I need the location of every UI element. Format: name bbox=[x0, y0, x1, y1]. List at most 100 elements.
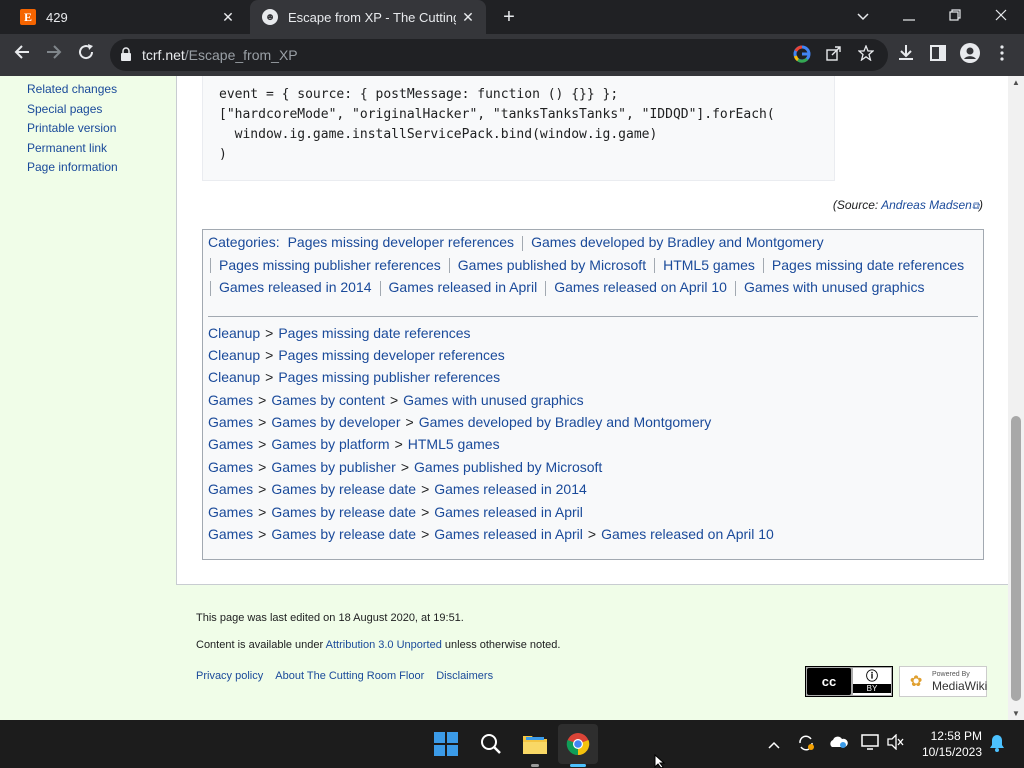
windows-taskbar: 12:58 PM 10/15/2023 bbox=[0, 720, 1024, 768]
about-link[interactable]: About The Cutting Room Floor bbox=[275, 670, 424, 682]
code-line: event = { source: { postMessage: functio… bbox=[219, 87, 619, 102]
lock-icon[interactable] bbox=[120, 47, 132, 61]
category-tree-link[interactable]: Games by release date bbox=[271, 504, 416, 520]
sidebar-link-permanent-link[interactable]: Permanent link bbox=[27, 140, 118, 160]
profile-avatar-icon[interactable] bbox=[958, 43, 982, 67]
close-tab-icon[interactable]: ✕ bbox=[456, 9, 480, 26]
browser-tab-escape-from-xp[interactable]: ☻ Escape from XP - The Cutting Ro ✕ bbox=[250, 0, 486, 34]
category-tree-link[interactable]: Games by release date bbox=[271, 481, 416, 497]
sidebar-link-page-information[interactable]: Page information bbox=[27, 159, 118, 179]
scroll-up-arrow-icon[interactable]: ▲ bbox=[1012, 78, 1020, 87]
license-suffix: unless otherwise noted. bbox=[441, 639, 561, 651]
category-tree-link[interactable]: Games by publisher bbox=[271, 459, 396, 475]
side-panel-icon[interactable] bbox=[926, 43, 950, 67]
address-bar[interactable]: tcrf.net/Escape_from_XP bbox=[110, 39, 888, 71]
tab-search-chevron-icon[interactable] bbox=[843, 4, 883, 28]
category-tree-link[interactable]: Pages missing developer references bbox=[278, 347, 504, 363]
category-tree-link[interactable]: Games bbox=[208, 481, 253, 497]
category-tree-link[interactable]: Games bbox=[208, 392, 253, 408]
category-tree-link[interactable]: Games bbox=[208, 504, 253, 520]
category-link[interactable]: Games developed by Bradley and Montgomer… bbox=[531, 234, 824, 250]
category-tree-link[interactable]: Games bbox=[208, 459, 253, 475]
category-tree-link[interactable]: Cleanup bbox=[208, 347, 260, 363]
license-link[interactable]: Attribution 3.0 Unported bbox=[326, 639, 442, 651]
windows-start-icon[interactable] bbox=[430, 728, 462, 760]
powered-by-mediawiki-badge[interactable]: ✿ Powered By MediaWiki bbox=[899, 666, 987, 697]
notification-bell-icon[interactable] bbox=[987, 734, 1007, 754]
category-tree-link[interactable]: Games released in April bbox=[434, 526, 583, 542]
clock-date: 10/15/2023 bbox=[921, 745, 982, 759]
source-author-link[interactable]: Andreas Madsen bbox=[881, 198, 972, 212]
category-link[interactable]: Pages missing publisher references bbox=[219, 257, 441, 273]
onedrive-icon[interactable] bbox=[828, 734, 848, 754]
category-tree-line: Cleanup > Pages missing developer referenc… bbox=[208, 347, 978, 369]
mediawiki-flower-icon: ✿ bbox=[909, 673, 923, 690]
privacy-policy-link[interactable]: Privacy policy bbox=[196, 670, 263, 682]
cc-by-license-badge[interactable]: cc ⓘ BY bbox=[805, 666, 893, 697]
category-link[interactable]: Pages missing date references bbox=[772, 257, 964, 273]
share-icon[interactable] bbox=[824, 45, 844, 65]
category-tree-link[interactable]: Games published by Microsoft bbox=[414, 459, 602, 475]
taskbar-clock[interactable]: 12:58 PM 10/15/2023 bbox=[912, 728, 982, 760]
category-tree-link[interactable]: Games released on April 10 bbox=[601, 526, 774, 542]
close-tab-icon[interactable]: ✕ bbox=[216, 9, 240, 26]
category-tree-link[interactable]: HTML5 games bbox=[408, 436, 500, 452]
browser-tab-429[interactable]: E 429 ✕ bbox=[8, 0, 246, 34]
category-tree-link[interactable]: Games bbox=[208, 436, 253, 452]
category-link[interactable]: Pages missing developer references bbox=[288, 234, 514, 250]
category-link[interactable]: Games released on April 10 bbox=[554, 279, 727, 295]
categories-label-link[interactable]: Categories: bbox=[208, 234, 280, 250]
category-link[interactable]: Games released in April bbox=[389, 279, 538, 295]
page-scrollbar[interactable]: ▲ ▼ bbox=[1008, 76, 1024, 720]
show-hidden-icons-chevron-icon[interactable] bbox=[764, 734, 784, 754]
category-tree-link[interactable]: Pages missing publisher references bbox=[278, 369, 500, 385]
reload-icon[interactable] bbox=[74, 43, 98, 67]
category-link[interactable]: Games published by Microsoft bbox=[458, 257, 646, 273]
file-explorer-icon[interactable] bbox=[519, 728, 551, 760]
category-link[interactable]: Games with unused graphics bbox=[744, 279, 925, 295]
category-tree-link[interactable]: Cleanup bbox=[208, 325, 260, 341]
category-tree-link[interactable]: Games by release date bbox=[271, 526, 416, 542]
volume-muted-icon[interactable] bbox=[886, 733, 906, 754]
google-lens-icon[interactable] bbox=[792, 45, 812, 65]
category-tree-line: Games > Games by platform > HTML5 games bbox=[208, 436, 978, 458]
category-tree-link[interactable]: Games with unused graphics bbox=[403, 392, 584, 408]
download-icon[interactable] bbox=[894, 43, 918, 67]
chrome-menu-icon[interactable] bbox=[990, 43, 1014, 67]
minimize-icon[interactable] bbox=[889, 4, 929, 28]
scroll-down-arrow-icon[interactable]: ▼ bbox=[1012, 709, 1020, 718]
tcrf-favicon-icon: ☻ bbox=[262, 9, 278, 25]
category-tree-link[interactable]: Games bbox=[208, 414, 253, 430]
category-tree-link[interactable]: Games by platform bbox=[271, 436, 389, 452]
bookmark-star-icon[interactable] bbox=[856, 44, 876, 65]
category-tree-link[interactable]: Games released in April bbox=[434, 504, 583, 520]
sidebar-link-related-changes[interactable]: Related changes bbox=[27, 81, 118, 101]
disclaimers-link[interactable]: Disclaimers bbox=[436, 670, 493, 682]
category-tree-link[interactable]: Games by developer bbox=[271, 414, 400, 430]
url-text: tcrf.net/Escape_from_XP bbox=[142, 47, 298, 63]
chrome-taskbar-icon[interactable] bbox=[562, 728, 594, 760]
new-tab-button[interactable]: + bbox=[498, 6, 520, 28]
category-link[interactable]: HTML5 games bbox=[663, 257, 755, 273]
scrollbar-thumb[interactable] bbox=[1011, 416, 1021, 701]
category-tree-link[interactable]: Games released in 2014 bbox=[434, 481, 587, 497]
display-network-icon[interactable] bbox=[860, 734, 880, 754]
category-tree-link[interactable]: Games by content bbox=[271, 392, 385, 408]
sync-icon[interactable] bbox=[796, 734, 816, 754]
category-link[interactable]: Games released in 2014 bbox=[219, 279, 372, 295]
search-icon[interactable] bbox=[475, 728, 507, 760]
category-tree-link[interactable]: Pages missing date references bbox=[278, 325, 470, 341]
back-icon[interactable] bbox=[10, 43, 34, 67]
chrome-active-indicator bbox=[570, 764, 586, 767]
breadcrumb-separator: > bbox=[421, 481, 430, 498]
category-tree-link[interactable]: Games developed by Bradley and Montgomer… bbox=[419, 414, 712, 430]
sidebar-link-printable-version[interactable]: Printable version bbox=[27, 120, 118, 140]
forward-icon[interactable] bbox=[42, 43, 66, 67]
sidebar-link-special-pages[interactable]: Special pages bbox=[27, 101, 118, 121]
restore-icon[interactable] bbox=[935, 4, 975, 28]
close-window-icon[interactable] bbox=[981, 4, 1021, 28]
category-tree-link[interactable]: Games bbox=[208, 526, 253, 542]
code-block: event = { source: { postMessage: functio… bbox=[202, 76, 835, 181]
url-host: tcrf.net bbox=[142, 47, 185, 63]
category-tree-link[interactable]: Cleanup bbox=[208, 369, 260, 385]
